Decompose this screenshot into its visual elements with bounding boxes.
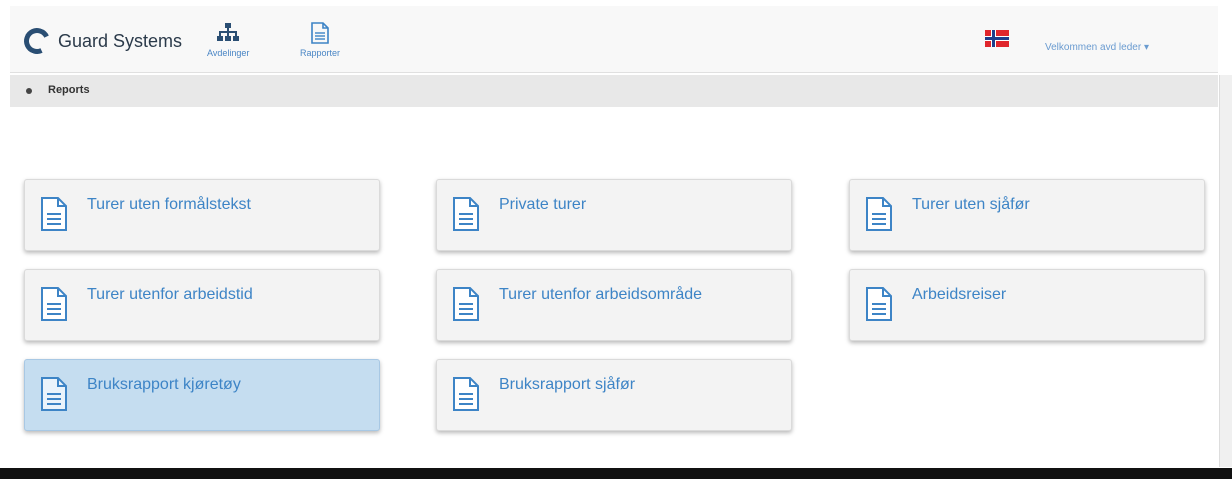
breadcrumb-bar: Reports [10, 75, 1218, 107]
report-card-label: Arbeidsreiser [912, 286, 1007, 303]
welcome-text: Velkommen avd leder [1045, 42, 1142, 53]
document-icon [311, 22, 329, 44]
bullet-icon [26, 88, 32, 94]
document-icon [41, 197, 67, 231]
footer-bar [0, 468, 1232, 479]
brand-name: Guard Systems [58, 30, 183, 51]
top-header: Guard Systems Avdelinger Rapporter Velko… [10, 6, 1218, 73]
brand-logo[interactable]: Guard Systems [20, 24, 183, 58]
document-icon [866, 197, 892, 231]
nav-rapporter-label: Rapporter [300, 48, 341, 58]
caret-down-icon: ▾ [1143, 42, 1149, 53]
report-card-turer-uten-formalstekst[interactable]: Turer uten formålstekst [24, 179, 380, 251]
nav-avdelinger-label: Avdelinger [207, 48, 250, 58]
document-icon [41, 377, 67, 411]
report-card-arbeidsreiser[interactable]: Arbeidsreiser [849, 269, 1205, 341]
breadcrumb[interactable]: Reports [48, 84, 90, 96]
report-card-label: Turer uten sjåfør [912, 196, 1030, 213]
report-card-turer-uten-sjafor[interactable]: Turer uten sjåfør [849, 179, 1205, 251]
report-card-bruksrapport-sjafor[interactable]: Bruksrapport sjåfør [436, 359, 792, 431]
report-card-label: Bruksrapport kjøretøy [87, 376, 241, 393]
report-card-label: Private turer [499, 196, 587, 213]
report-card-turer-utenfor-arbeidsomrade[interactable]: Turer utenfor arbeidsområde [436, 269, 792, 341]
document-icon [41, 287, 67, 321]
report-card-private-turer[interactable]: Private turer [436, 179, 792, 251]
org-chart-icon [217, 23, 240, 41]
user-menu[interactable]: Velkommen avd leder ▾ [1045, 42, 1149, 53]
vertical-scrollbar[interactable] [1219, 75, 1232, 467]
nav-avdelinger[interactable]: Avdelinger [207, 22, 249, 58]
report-card-label: Turer uten formålstekst [87, 196, 251, 213]
document-icon [453, 197, 479, 231]
report-card-label: Bruksrapport sjåfør [499, 376, 636, 393]
reports-grid: Turer uten formålstekst Private turer Tu… [0, 107, 1218, 462]
report-card-turer-utenfor-arbeidstid[interactable]: Turer utenfor arbeidstid [24, 269, 380, 341]
norway-flag-icon[interactable] [985, 30, 1009, 47]
guard-logo-icon [20, 24, 54, 58]
document-icon [453, 377, 479, 411]
document-icon [866, 287, 892, 321]
nav-rapporter[interactable]: Rapporter [300, 22, 340, 58]
document-icon [453, 287, 479, 321]
report-card-label: Turer utenfor arbeidsområde [499, 286, 703, 303]
report-card-label: Turer utenfor arbeidstid [87, 286, 253, 303]
report-card-bruksrapport-kjoretoy[interactable]: Bruksrapport kjøretøy [24, 359, 380, 431]
